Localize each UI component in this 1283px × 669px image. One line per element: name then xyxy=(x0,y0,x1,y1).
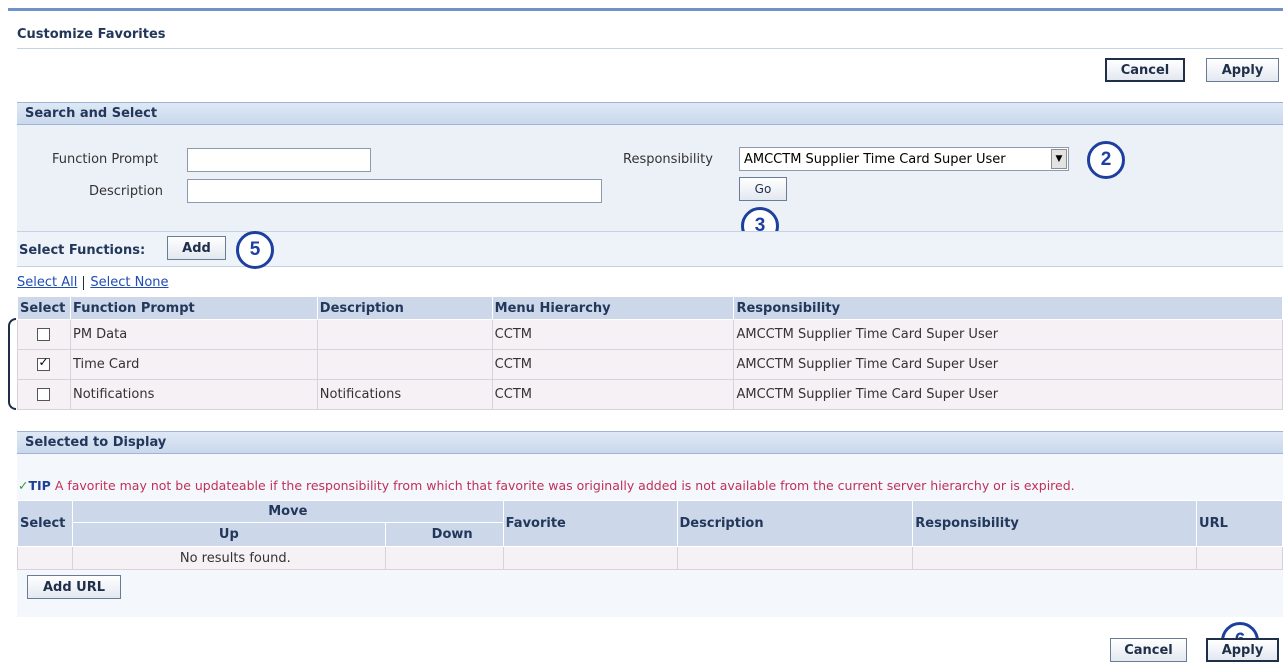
col-favorite: Favorite xyxy=(502,500,678,547)
search-panel xyxy=(17,125,1283,231)
callout-2: 2 xyxy=(1087,141,1125,179)
table-row: Time Card CCTM AMCCTM Supplier Time Card… xyxy=(17,349,1283,380)
callout-5: 5 xyxy=(236,231,274,269)
description-cell: Notifications xyxy=(316,379,493,410)
title-divider xyxy=(17,48,1283,49)
function-prompt-cell: Time Card xyxy=(69,349,318,380)
row-checkbox[interactable] xyxy=(37,328,51,341)
function-prompt-label: Function Prompt xyxy=(52,152,159,167)
tip-text: A favorite may not be updateable if the … xyxy=(54,478,1075,493)
cancel-button-bottom[interactable]: Cancel xyxy=(1110,638,1187,662)
selected-table: Select Move Favorite Description Respons… xyxy=(17,500,1283,570)
col-description: Description xyxy=(316,296,493,320)
go-button[interactable]: Go xyxy=(739,177,787,201)
cancel-button-top[interactable]: Cancel xyxy=(1105,58,1185,82)
description-cell xyxy=(316,349,493,380)
responsibility-cell: AMCCTM Supplier Time Card Super User xyxy=(733,349,1283,380)
col-responsibility: Responsibility xyxy=(912,500,1198,547)
select-all-link[interactable]: Select All xyxy=(17,275,77,290)
col-description: Description xyxy=(676,500,914,547)
responsibility-label: Responsibility xyxy=(623,152,713,167)
apply-button-top[interactable]: Apply xyxy=(1206,58,1279,82)
add-url-button[interactable]: Add URL xyxy=(27,575,121,599)
description-cell xyxy=(316,319,493,350)
row-checkbox[interactable] xyxy=(37,388,51,401)
selection-links: Select All Select None xyxy=(17,275,169,290)
col-select: Select xyxy=(17,296,71,320)
link-divider xyxy=(83,275,85,290)
col-function-prompt: Function Prompt xyxy=(69,296,318,320)
function-prompt-cell: Notifications xyxy=(69,379,318,410)
add-functions-button[interactable]: Add xyxy=(167,236,226,260)
col-up: Up xyxy=(71,522,386,547)
apply-button-bottom[interactable]: Apply xyxy=(1206,638,1279,662)
menu-hierarchy-cell: CCTM xyxy=(491,379,735,410)
chevron-down-icon[interactable]: ▼ xyxy=(1051,149,1067,169)
table-row: Notifications Notifications CCTM AMCCTM … xyxy=(17,379,1283,410)
table-row: PM Data CCTM AMCCTM Supplier Time Card S… xyxy=(17,319,1283,350)
col-move: Move xyxy=(71,500,504,523)
responsibility-selected-value: AMCCTM Supplier Time Card Super User xyxy=(744,151,1006,167)
function-prompt-input[interactable] xyxy=(187,148,371,172)
description-label: Description xyxy=(89,184,164,199)
col-select: Select xyxy=(17,500,73,547)
col-responsibility: Responsibility xyxy=(733,296,1283,320)
menu-hierarchy-cell: CCTM xyxy=(491,349,735,380)
check-icon: ✓ xyxy=(18,478,29,493)
select-functions-label: Select Functions: xyxy=(19,243,146,258)
function-prompt-cell: PM Data xyxy=(69,319,318,350)
responsibility-cell: AMCCTM Supplier Time Card Super User xyxy=(733,379,1283,410)
responsibility-select[interactable]: AMCCTM Supplier Time Card Super User ▼ xyxy=(739,147,1069,171)
table-row: No results found. xyxy=(17,546,1283,570)
empty-message: No results found. xyxy=(71,546,386,570)
tip-line: ✓TIP A favorite may not be updateable if… xyxy=(18,478,1075,493)
functions-table-header: Select Function Prompt Description Menu … xyxy=(17,296,1283,320)
col-menu-hierarchy: Menu Hierarchy xyxy=(491,296,735,320)
menu-hierarchy-cell: CCTM xyxy=(491,319,735,350)
top-rule xyxy=(0,0,1283,11)
col-down: Down xyxy=(384,522,504,547)
page-title: Customize Favorites xyxy=(17,27,166,42)
functions-table: Select Function Prompt Description Menu … xyxy=(17,296,1283,410)
search-section-header: Search and Select xyxy=(17,102,1283,125)
row-checkbox[interactable] xyxy=(37,355,51,371)
description-input[interactable] xyxy=(187,179,602,203)
selected-section-header: Selected to Display xyxy=(17,431,1283,454)
responsibility-cell: AMCCTM Supplier Time Card Super User xyxy=(733,319,1283,350)
col-url: URL xyxy=(1196,500,1283,547)
rows-bracket xyxy=(8,318,16,410)
select-none-link[interactable]: Select None xyxy=(90,275,168,290)
tip-label: TIP xyxy=(28,478,51,493)
